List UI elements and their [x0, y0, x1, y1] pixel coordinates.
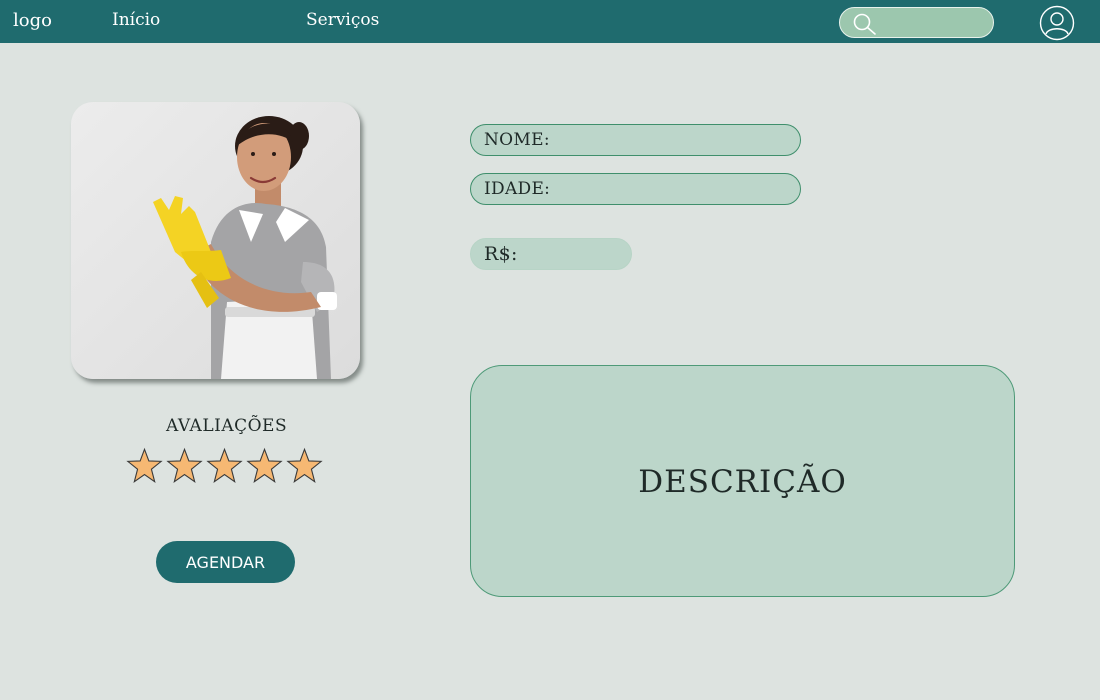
- search-bar[interactable]: [839, 7, 994, 38]
- description-label: DESCRIÇÃO: [638, 464, 847, 500]
- name-label: NOME:: [484, 130, 550, 150]
- search-input[interactable]: [880, 12, 985, 34]
- user-icon[interactable]: [1039, 5, 1075, 41]
- logo[interactable]: logo: [13, 10, 52, 31]
- top-navbar: logo Início Serviços: [0, 0, 1100, 43]
- description-box[interactable]: DESCRIÇÃO: [470, 365, 1015, 597]
- schedule-button[interactable]: AGENDAR: [156, 541, 295, 583]
- star-icon[interactable]: [206, 446, 243, 486]
- star-icon[interactable]: [166, 446, 203, 486]
- star-icon[interactable]: [126, 446, 163, 486]
- price-label: R$:: [484, 243, 518, 265]
- ratings-title: AVALIAÇÕES: [166, 416, 288, 436]
- nav-link-inicio[interactable]: Início: [112, 10, 160, 30]
- profile-photo: [71, 102, 360, 379]
- star-icon[interactable]: [286, 446, 323, 486]
- star-icon[interactable]: [246, 446, 283, 486]
- search-icon: [853, 13, 876, 35]
- rating-stars[interactable]: [126, 446, 323, 486]
- age-label: IDADE:: [484, 179, 551, 199]
- cleaner-illustration: [153, 116, 337, 379]
- price-field[interactable]: R$:: [470, 238, 632, 270]
- nav-link-servicos[interactable]: Serviços: [306, 10, 379, 30]
- age-field[interactable]: IDADE:: [470, 173, 801, 205]
- name-field[interactable]: NOME:: [470, 124, 801, 156]
